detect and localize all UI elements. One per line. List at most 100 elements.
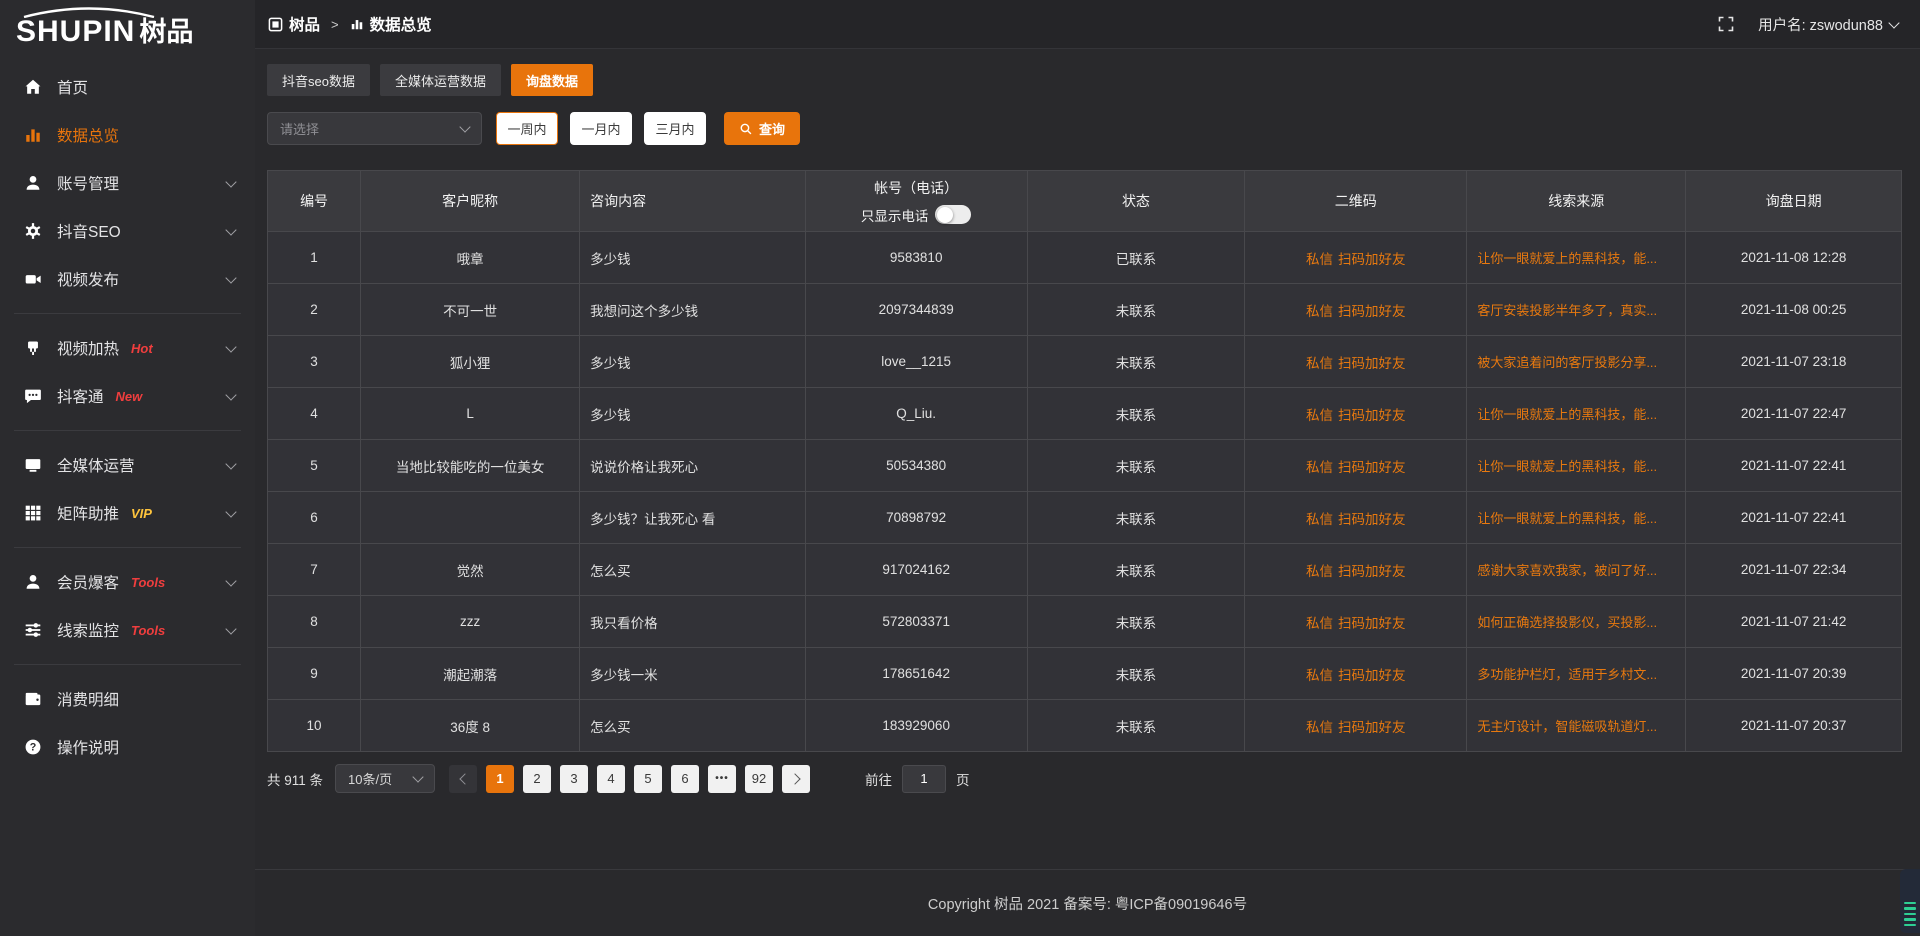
sidebar-item-operation-guide[interactable]: ?操作说明: [0, 723, 255, 771]
scan-add-friend-link[interactable]: 扫码加好友: [1338, 356, 1406, 371]
sidebar-item-matrix-boost[interactable]: 矩阵助推VIP: [0, 489, 255, 537]
scan-add-friend-link[interactable]: 扫码加好友: [1338, 720, 1406, 735]
source-link[interactable]: 客厅安装投影半年多了，真实...: [1477, 303, 1657, 318]
page-button-2[interactable]: 2: [523, 765, 551, 793]
source-link[interactable]: 多功能护栏灯，适用于乡村文...: [1477, 667, 1657, 682]
cell-account: love__1215: [805, 336, 1027, 388]
sidebar-item-member-baoke[interactable]: 会员爆客Tools: [0, 558, 255, 606]
scan-add-friend-link[interactable]: 扫码加好友: [1338, 460, 1406, 475]
sidebar-item-video-publish[interactable]: 视频发布: [0, 255, 255, 303]
sidebar-item-account-management[interactable]: 账号管理: [0, 159, 255, 207]
sidebar-item-consumption-detail[interactable]: 消费明细: [0, 675, 255, 723]
range-button-1[interactable]: 一月内: [570, 112, 632, 145]
private-message-link[interactable]: 私信: [1306, 668, 1333, 683]
page-button-4[interactable]: 4: [597, 765, 625, 793]
source-link[interactable]: 被大家追着问的客厅投影分享...: [1477, 355, 1657, 370]
prev-page-button[interactable]: [449, 765, 477, 793]
cell-qrcode: 私信扫码加好友: [1245, 336, 1467, 388]
sidebar-item-omnimedia-operation[interactable]: 全媒体运营: [0, 441, 255, 489]
phone-only-toggle[interactable]: [935, 205, 971, 224]
fullscreen-icon[interactable]: [1718, 16, 1734, 32]
page-button-5[interactable]: 5: [634, 765, 662, 793]
page-ellipsis-button[interactable]: •••: [708, 765, 736, 793]
table-row: 5当地比较能吃的一位美女说说价格让我死心50534380未联系私信扫码加好友让你…: [268, 440, 1902, 492]
private-message-link[interactable]: 私信: [1306, 512, 1333, 527]
private-message-link[interactable]: 私信: [1306, 408, 1333, 423]
scan-add-friend-link[interactable]: 扫码加好友: [1338, 564, 1406, 579]
cell-qrcode: 私信扫码加好友: [1245, 648, 1467, 700]
floating-widget[interactable]: [1900, 869, 1920, 933]
cell-account: Q_Liu.: [805, 388, 1027, 440]
cell-source: 让你一眼就爱上的黑科技，能...: [1467, 232, 1686, 284]
cell-source: 让你一眼就爱上的黑科技，能...: [1467, 492, 1686, 544]
sidebar-divider: [14, 430, 241, 431]
next-page-button[interactable]: [782, 765, 810, 793]
private-message-link[interactable]: 私信: [1306, 356, 1333, 371]
source-link[interactable]: 让你一眼就爱上的黑科技，能...: [1477, 459, 1657, 474]
scan-add-friend-link[interactable]: 扫码加好友: [1338, 304, 1406, 319]
phone-only-label: 只显示电话: [861, 205, 929, 225]
scan-add-friend-link[interactable]: 扫码加好友: [1338, 252, 1406, 267]
page-size-value: 10条/页: [348, 769, 392, 788]
sidebar-item-data-overview[interactable]: 数据总览: [0, 111, 255, 159]
private-message-link[interactable]: 私信: [1306, 720, 1333, 735]
range-button-2[interactable]: 三月内: [644, 112, 706, 145]
private-message-link[interactable]: 私信: [1306, 460, 1333, 475]
sidebar-item-douketong[interactable]: 抖客通New: [0, 372, 255, 420]
cell-content: 我只看价格: [580, 596, 805, 648]
table-row: 8zzz我只看价格572803371未联系私信扫码加好友如何正确选择投影仪，买投…: [268, 596, 1902, 648]
filter-select[interactable]: 请选择: [267, 112, 482, 145]
page-button-92[interactable]: 92: [745, 765, 773, 793]
tab-douyin-seo-data[interactable]: 抖音seo数据: [267, 64, 370, 96]
page-size-select[interactable]: 10条/页: [335, 764, 435, 793]
goto-page-input[interactable]: [902, 765, 946, 793]
cell-date: 2021-11-07 20:39: [1686, 648, 1902, 700]
page-button-3[interactable]: 3: [560, 765, 588, 793]
cell-account: 2097344839: [805, 284, 1027, 336]
cell-nickname: 觉然: [361, 544, 580, 596]
source-link[interactable]: 无主灯设计，智能磁吸轨道灯...: [1477, 719, 1657, 734]
filter-select-value: 请选择: [280, 119, 319, 138]
widget-bar: [1904, 924, 1916, 927]
cell-status: 未联系: [1027, 388, 1244, 440]
sidebar-item-video-heating[interactable]: 视频加热Hot: [0, 324, 255, 372]
source-link[interactable]: 如何正确选择投影仪，买投影...: [1477, 615, 1657, 630]
cell-source: 让你一眼就爱上的黑科技，能...: [1467, 388, 1686, 440]
scan-add-friend-link[interactable]: 扫码加好友: [1338, 616, 1406, 631]
tab-omnimedia-data[interactable]: 全媒体运营数据: [380, 64, 501, 96]
scan-add-friend-link[interactable]: 扫码加好友: [1338, 512, 1406, 527]
sidebar-item-label: 消费明细: [57, 688, 119, 710]
username[interactable]: 用户名: zswodun88: [1758, 14, 1883, 35]
tab-inquiry-data[interactable]: 询盘数据: [511, 64, 593, 96]
scan-add-friend-link[interactable]: 扫码加好友: [1338, 668, 1406, 683]
private-message-link[interactable]: 私信: [1306, 564, 1333, 579]
cell-qrcode: 私信扫码加好友: [1245, 596, 1467, 648]
cell-id: 5: [268, 440, 361, 492]
sidebar-item-label: 账号管理: [57, 172, 119, 194]
sidebar-item-label: 矩阵助推: [57, 502, 119, 524]
sidebar-item-clue-monitor[interactable]: 线索监控Tools: [0, 606, 255, 654]
page-button-1[interactable]: 1: [486, 765, 514, 793]
private-message-link[interactable]: 私信: [1306, 252, 1333, 267]
scan-add-friend-link[interactable]: 扫码加好友: [1338, 408, 1406, 423]
private-message-link[interactable]: 私信: [1306, 304, 1333, 319]
search-button[interactable]: 查询: [724, 112, 800, 145]
sidebar-item-douyin-seo[interactable]: 抖音SEO: [0, 207, 255, 255]
chevron-down-icon[interactable]: [1888, 17, 1899, 28]
topbar: 树品 > 数据总览 用户名: zswodun88: [255, 0, 1920, 49]
range-button-0[interactable]: 一周内: [496, 112, 558, 145]
chevron-down-icon: [225, 623, 236, 634]
sidebar-item-home[interactable]: 首页: [0, 63, 255, 111]
source-link[interactable]: 让你一眼就爱上的黑科技，能...: [1477, 511, 1657, 526]
cell-date: 2021-11-07 23:18: [1686, 336, 1902, 388]
private-message-link[interactable]: 私信: [1306, 616, 1333, 631]
sliders-icon: [24, 621, 42, 639]
source-link[interactable]: 感谢大家喜欢我家，被问了好...: [1477, 563, 1657, 578]
source-link[interactable]: 让你一眼就爱上的黑科技，能...: [1477, 251, 1657, 266]
cell-date: 2021-11-07 20:37: [1686, 700, 1902, 752]
source-link[interactable]: 让你一眼就爱上的黑科技，能...: [1477, 407, 1657, 422]
cell-status: 未联系: [1027, 492, 1244, 544]
inquiry-table: 编号 客户昵称 咨询内容 帐号（电话） 只显示电话 状态 二维码 线索来源: [267, 170, 1902, 752]
breadcrumb-root[interactable]: 树品: [289, 13, 320, 35]
page-button-6[interactable]: 6: [671, 765, 699, 793]
